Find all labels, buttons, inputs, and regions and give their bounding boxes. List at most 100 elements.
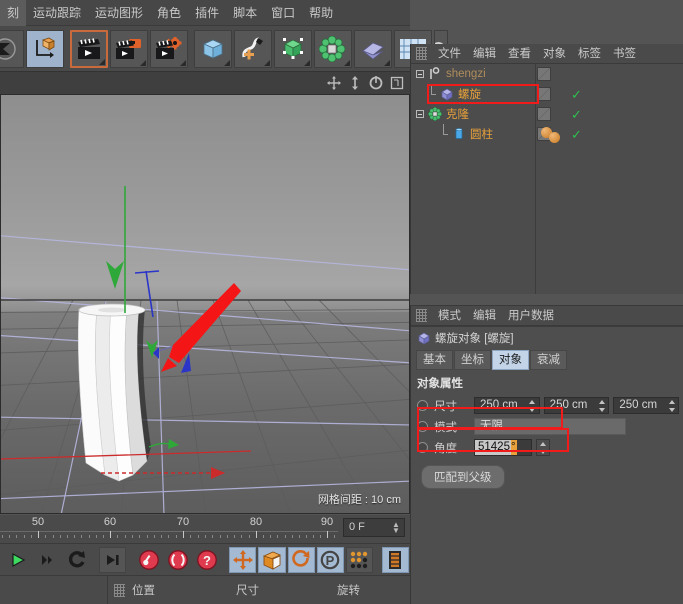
render-view-icon[interactable]	[70, 30, 108, 68]
timeline-tick-label: 60	[104, 516, 116, 528]
object-row-cloner[interactable]: 克隆 ✓	[411, 104, 683, 124]
coordinate-grip-icon[interactable]	[114, 584, 125, 597]
visibility-toggle-cell[interactable]	[537, 107, 551, 121]
size-y-spinner-icon[interactable]	[597, 400, 606, 412]
pan-icon[interactable]	[327, 76, 341, 90]
keyframe-selection-button[interactable]: ?	[193, 547, 220, 573]
timeline-tick-label: 80	[250, 516, 262, 528]
timeline-ruler[interactable]: 50 60 70 80 90	[0, 515, 338, 543]
enabled-check-icon[interactable]: ✓	[571, 127, 582, 143]
pla-key-button[interactable]	[346, 547, 373, 573]
size-radio[interactable]	[417, 400, 428, 411]
maximize-icon[interactable]	[390, 76, 404, 90]
timeline-button[interactable]	[382, 547, 409, 573]
om-menu-view[interactable]: 查看	[502, 44, 537, 64]
visibility-toggle-cell[interactable]	[537, 87, 551, 101]
enabled-check-icon[interactable]: ✓	[571, 107, 582, 123]
deformer-icon[interactable]	[354, 30, 392, 68]
timeline-tick-label: 90	[321, 516, 333, 528]
object-row-twist[interactable]: 螺旋 ✓	[411, 84, 683, 104]
om-menu-file[interactable]: 文件	[432, 44, 467, 64]
record-keyframe-button[interactable]	[135, 547, 162, 573]
menu-item-script[interactable]: 脚本	[226, 0, 264, 26]
go-to-end-button[interactable]	[99, 547, 126, 573]
autokey-button[interactable]	[164, 547, 191, 573]
viewport-scene	[1, 95, 410, 514]
current-frame-value: 0 F	[349, 521, 365, 533]
size-y-field[interactable]: 250 cm	[544, 397, 610, 414]
object-manager-grip-icon[interactable]	[416, 47, 427, 60]
am-menu-mode[interactable]: 模式	[432, 306, 467, 326]
visibility-toggle-cell[interactable]	[537, 67, 551, 81]
angle-spinner-icon[interactable]	[536, 439, 550, 456]
enabled-check-icon[interactable]: ✓	[571, 87, 582, 103]
om-menu-bookmarks[interactable]: 书签	[607, 44, 642, 64]
axis-cube-icon[interactable]	[26, 30, 64, 68]
coord-label-size: 尺寸	[236, 582, 337, 598]
position-key-button[interactable]	[229, 547, 256, 573]
menu-item-mograph[interactable]: 运动图形	[88, 0, 150, 26]
render-region-icon[interactable]	[110, 30, 148, 68]
spline-pen-icon[interactable]	[234, 30, 272, 68]
tab-falloff[interactable]: 衰减	[530, 350, 567, 370]
om-menu-objects[interactable]: 对象	[537, 44, 572, 64]
main-menu-bar: 刻 运动跟踪 运动图形 角色 插件 脚本 窗口 帮助	[0, 0, 410, 26]
rotate-icon[interactable]	[369, 76, 383, 90]
tab-basic[interactable]: 基本	[416, 350, 453, 370]
cloner-icon	[428, 107, 442, 121]
menu-item-window[interactable]: 窗口	[264, 0, 302, 26]
size-x-spinner-icon[interactable]	[528, 400, 537, 412]
undo-redo-icon[interactable]	[0, 30, 24, 68]
viewport-3d[interactable]: 网格间距 : 10 cm	[0, 94, 410, 514]
om-menu-tags[interactable]: 标签	[572, 44, 607, 64]
menu-item-plugins[interactable]: 插件	[188, 0, 226, 26]
twist-deformer-icon	[417, 331, 431, 345]
scale-key-button[interactable]	[258, 547, 285, 573]
expander-cloner[interactable]	[415, 104, 428, 124]
expander-shengzi[interactable]	[415, 64, 428, 84]
timeline-bar[interactable]: 50 60 70 80 90	[0, 515, 410, 543]
size-label: 尺寸	[434, 398, 474, 414]
object-row-cylinder[interactable]: 圆柱 ✓	[411, 124, 683, 144]
tag-sphere-icon[interactable]	[549, 132, 560, 143]
mode-dropdown[interactable]: 无限	[474, 418, 626, 435]
current-frame-field[interactable]: 0 F ▲▼	[343, 518, 405, 537]
property-row-size: 尺寸 250 cm 250 cm 250 cm	[411, 395, 683, 416]
om-menu-edit[interactable]: 编辑	[467, 44, 502, 64]
size-z-field[interactable]: 250 cm	[613, 397, 679, 414]
tab-coord[interactable]: 坐标	[454, 350, 491, 370]
size-z-spinner-icon[interactable]	[667, 400, 676, 412]
am-menu-userdata[interactable]: 用户数据	[502, 306, 560, 326]
frame-spinner-icon[interactable]: ▲▼	[392, 522, 400, 534]
angle-field[interactable]: 51425°	[474, 439, 532, 456]
angle-radio[interactable]	[417, 442, 428, 453]
tab-object[interactable]: 对象	[492, 350, 529, 370]
menu-item-character[interactable]: 角色	[150, 0, 188, 26]
generator-icon[interactable]	[274, 30, 312, 68]
mode-radio[interactable]	[417, 421, 428, 432]
parameter-key-button[interactable]: P	[317, 547, 344, 573]
grid-spacing-label: 网格间距 : 10 cm	[318, 491, 401, 507]
cube-primitive-icon[interactable]	[194, 30, 232, 68]
loop-button[interactable]	[63, 547, 90, 573]
next-frame-button[interactable]	[34, 547, 61, 573]
size-x-field[interactable]: 250 cm	[474, 397, 540, 414]
coordinate-bar-spacer	[0, 576, 108, 604]
attribute-manager-grip-icon[interactable]	[416, 309, 427, 322]
menu-item-help[interactable]: 帮助	[302, 0, 340, 26]
dolly-icon[interactable]	[348, 76, 362, 90]
render-settings-icon[interactable]	[150, 30, 188, 68]
rotation-key-button[interactable]	[288, 547, 315, 573]
object-name: 克隆	[446, 106, 469, 122]
match-to-parent-button[interactable]: 匹配到父级	[421, 465, 505, 489]
object-name: 螺旋	[458, 86, 481, 102]
object-tree[interactable]: shengzi 螺旋 ✓	[411, 64, 683, 294]
object-row-shengzi[interactable]: shengzi	[411, 64, 683, 84]
timeline-tick-label: 50	[32, 516, 44, 528]
menu-item-motion-tracker[interactable]: 运动跟踪	[26, 0, 88, 26]
mograph-array-icon[interactable]	[314, 30, 352, 68]
main-toolbar	[0, 26, 410, 72]
play-button[interactable]	[5, 547, 32, 573]
am-menu-edit[interactable]: 编辑	[467, 306, 502, 326]
menu-item-sculpt[interactable]: 刻	[0, 0, 26, 26]
